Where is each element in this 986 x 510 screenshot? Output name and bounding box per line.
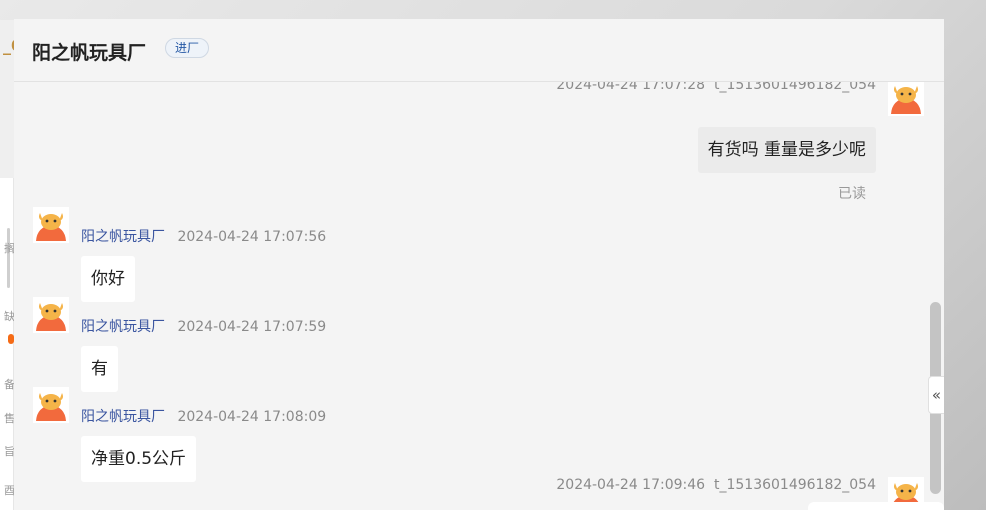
supplier-avatar[interactable] [33,207,69,243]
message-bubble[interactable]: 有 [81,346,118,392]
message-time: 2024-04-24 17:07:56 [177,229,327,245]
message-meta: 阳之帆玩具厂 2024-04-24 17:08:09 [81,406,326,426]
message-meta: 2024-04-24 17:09:46 t_1513601496182_054 [556,477,876,493]
message-sender: t_1513601496182_054 [713,477,876,493]
message-sender[interactable]: 阳之帆玩具厂 [81,319,165,335]
message-bubble[interactable]: 净重0.5公斤 [81,436,197,482]
message-list: 2024-04-24 17:07:28 t_1513601496182_054 … [14,82,944,510]
supplier-avatar[interactable] [33,297,69,333]
read-status: 已读 [838,186,866,202]
chat-window: 阳之帆玩具厂 进厂 2024-04-24 17:07:28 t_15136014… [14,19,944,510]
message-time: 2024-04-24 17:09:46 [556,477,706,493]
message-time: 2024-04-24 17:08:09 [177,409,327,425]
message-time: 2024-04-24 17:07:28 [556,82,706,93]
supplier-tag[interactable]: 进厂 [165,38,210,58]
input-area-edge [808,502,944,510]
user-avatar[interactable] [888,82,924,116]
message-sender[interactable]: 阳之帆玩具厂 [81,409,165,425]
chat-header: 阳之帆玩具厂 进厂 [14,19,944,82]
message-bubble[interactable]: 有货吗 重量是多少呢 [697,127,876,173]
message-sender: t_1513601496182_054 [713,82,876,93]
message-sender[interactable]: 阳之帆玩具厂 [81,229,165,245]
message-meta: 阳之帆玩具厂 2024-04-24 17:07:56 [81,226,326,246]
message-meta: 阳之帆玩具厂 2024-04-24 17:07:59 [81,316,326,336]
background-app-scrollbar[interactable] [7,228,10,288]
message-time: 2024-04-24 17:07:59 [177,319,327,335]
message-bubble[interactable]: 你好 [81,256,135,302]
message-meta: 2024-04-24 17:07:28 t_1513601496182_054 [556,82,876,93]
chat-title: 阳之帆玩具厂 [32,42,147,64]
supplier-avatar[interactable] [33,387,69,423]
background-app-panel: _0 搁 缺 备 售 旨 酉 [0,0,22,510]
double-chevron-left-icon[interactable]: « [928,376,944,414]
